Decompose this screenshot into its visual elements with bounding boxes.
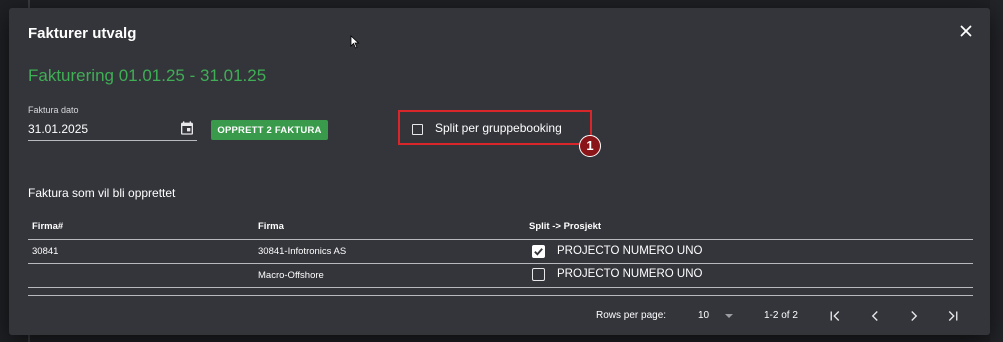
firma-cell: 30841-Infotronics AS	[258, 246, 347, 257]
billing-period-heading: Fakturering 01.01.25 - 31.01.25	[28, 66, 267, 85]
project-cell: PROJECTO NUMERO UNO	[557, 268, 703, 280]
column-header-split-project[interactable]: Split -> Prosjekt	[529, 221, 601, 232]
rows-per-page-select[interactable]: 10	[698, 309, 738, 325]
row-divider	[28, 263, 973, 264]
rows-per-page-label: Rows per page:	[596, 310, 667, 321]
previous-page-icon[interactable]	[866, 307, 884, 325]
close-icon[interactable]	[957, 22, 975, 40]
table-footer-divider	[28, 295, 973, 296]
firma-no-cell: 30841	[32, 246, 59, 257]
mouse-cursor-icon	[350, 35, 360, 49]
split-per-groupbooking-checkbox[interactable]	[412, 124, 423, 135]
row-split-checkbox[interactable]	[532, 268, 545, 281]
firma-cell: Macro-Offshore	[258, 270, 324, 281]
project-cell: PROJECTO NUMERO UNO	[557, 245, 703, 257]
row-divider	[28, 287, 973, 288]
background-edge	[990, 0, 1003, 342]
column-header-firma[interactable]: Firma	[258, 221, 284, 232]
split-per-groupbooking-label[interactable]: Split per gruppebooking	[435, 121, 562, 135]
invoice-date-field[interactable]	[28, 118, 197, 141]
next-page-icon[interactable]	[905, 307, 923, 325]
split-highlight-box: Split per gruppebooking	[398, 110, 592, 145]
dialog-title: Fakturer utvalg	[28, 25, 137, 42]
invoice-date-input[interactable]	[28, 122, 168, 136]
column-header-firma-no[interactable]: Firma#	[32, 221, 63, 232]
page-range-text: 1-2 of 2	[764, 310, 798, 321]
create-invoices-button[interactable]: OPPRETT 2 FAKTURA	[211, 120, 328, 140]
row-split-checkbox[interactable]	[532, 245, 545, 258]
calendar-icon[interactable]	[179, 120, 195, 136]
table-header-divider	[28, 239, 973, 240]
invoice-date-label: Faktura dato	[28, 105, 79, 115]
dropdown-arrow-icon	[725, 314, 733, 318]
rows-per-page-value: 10	[698, 310, 710, 321]
invoices-section-title: Faktura som vil bli opprettet	[28, 186, 176, 200]
first-page-icon[interactable]	[826, 307, 844, 325]
annotation-badge: 1	[579, 135, 601, 157]
last-page-icon[interactable]	[944, 307, 962, 325]
checkmark-icon	[534, 248, 543, 256]
invoice-selection-dialog: Fakturer utvalg Fakturering 01.01.25 - 3…	[9, 8, 990, 335]
